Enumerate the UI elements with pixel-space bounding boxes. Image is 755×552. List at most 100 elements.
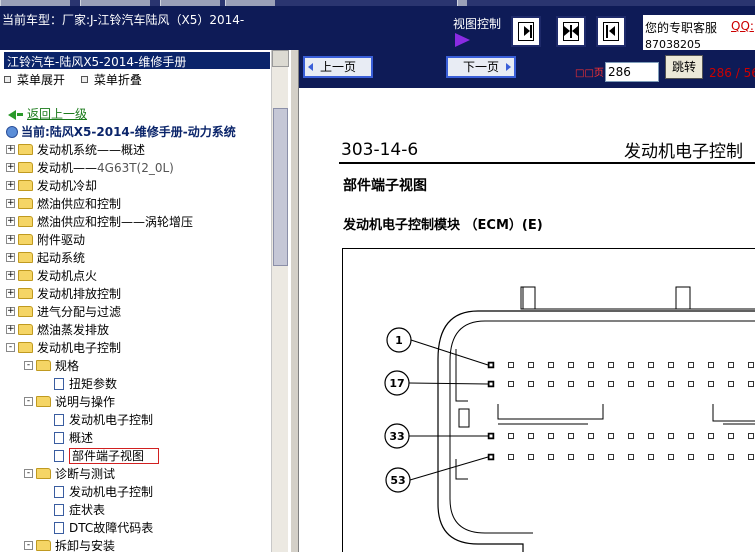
tree-item[interactable]: 发动机电子控制	[42, 411, 153, 429]
left-scrollbar[interactable]	[271, 50, 289, 552]
tree-item[interactable]: + 起动系统	[6, 249, 85, 267]
connector-pin-hole	[489, 363, 493, 367]
tree-item[interactable]: + 附件驱动	[6, 231, 85, 249]
connector-pin	[728, 433, 734, 439]
tree-item-label: 发动机排放控制	[37, 287, 122, 301]
view-prev-button[interactable]	[596, 16, 626, 47]
connector-pin-hole	[489, 455, 493, 459]
tree-item[interactable]: DTC故障代码表	[42, 519, 153, 537]
connector-pin	[588, 381, 594, 387]
connector-pin	[608, 454, 614, 460]
folder-icon	[18, 180, 33, 191]
connector-pin	[588, 433, 594, 439]
expand-node-icon[interactable]: +	[6, 163, 15, 172]
tree-item[interactable]: + 进气分配与过滤	[6, 303, 121, 321]
tree-item-label: 发动机点火	[37, 269, 98, 283]
tree-item[interactable]: + 燃油供应和控制	[6, 195, 121, 213]
folder-icon	[18, 234, 33, 245]
connector-pin	[528, 433, 534, 439]
document-icon	[54, 449, 64, 462]
tree-item[interactable]: 发动机电子控制	[42, 483, 153, 501]
expand-node-icon[interactable]: +	[6, 217, 15, 226]
top-strip	[0, 0, 755, 6]
connector-pin	[568, 362, 574, 368]
top-strip-tab[interactable]	[0, 0, 70, 6]
collapse-node-icon[interactable]: -	[6, 343, 15, 352]
top-strip-tab[interactable]	[160, 0, 220, 6]
connector-pin	[728, 362, 734, 368]
tree-item[interactable]: - 拆卸与安装	[24, 537, 115, 552]
connector-pin	[688, 433, 694, 439]
tree-item[interactable]: - 说明与操作	[24, 393, 115, 411]
expand-node-icon[interactable]: +	[6, 235, 15, 244]
expand-node-icon[interactable]: +	[6, 181, 15, 190]
tree-item[interactable]: + 发动机系统——概述	[6, 141, 145, 159]
tree-item[interactable]: + 发动机排放控制	[6, 285, 121, 303]
expand-node-icon[interactable]: +	[6, 271, 15, 280]
go-button[interactable]: 跳转	[665, 55, 703, 79]
connector-pin	[648, 362, 654, 368]
expand-node-icon[interactable]: +	[6, 199, 15, 208]
pin-grid	[487, 361, 754, 461]
next-page-label: 下一页	[462, 60, 499, 74]
view-next-button[interactable]	[511, 16, 541, 47]
connector-pin	[628, 454, 634, 460]
qq-link[interactable]: QQ:	[731, 19, 754, 33]
tree-item-label: 部件端子视图	[72, 449, 145, 463]
next-page-button[interactable]: 下一页	[446, 56, 516, 78]
tree-item-label: 发动机电子控制	[69, 485, 154, 499]
tree-item[interactable]: + 发动机点火	[6, 267, 97, 285]
expand-node-icon[interactable]: +	[6, 307, 15, 316]
collapse-node-icon[interactable]: -	[24, 541, 33, 550]
menu-expand-label: 菜单展开	[17, 73, 66, 87]
expand-node-icon[interactable]: +	[6, 325, 15, 334]
view-next-icon	[518, 22, 534, 41]
top-strip-tab[interactable]	[80, 0, 150, 6]
tree-item[interactable]: + 发动机冷却	[6, 177, 97, 195]
scroll-up-icon[interactable]	[272, 50, 289, 67]
page-nav-bar: 上一页 下一页 □□页 跳转 286 / 56	[299, 50, 755, 88]
tree-item-label: 发动机电子控制	[37, 341, 122, 355]
back-link[interactable]: 返回上一级	[8, 105, 87, 123]
expand-node-icon[interactable]: +	[6, 289, 15, 298]
page-count: 286 / 56	[709, 66, 755, 80]
tree-item[interactable]: + 燃油供应和控制——涡轮增压	[6, 213, 193, 231]
current-location: 当前:陆风X5-2014-维修手册-动力系统	[6, 123, 236, 141]
prev-page-button[interactable]: 上一页	[303, 56, 373, 78]
collapse-node-icon[interactable]: -	[24, 397, 33, 406]
tree-item[interactable]: 症状表	[42, 501, 105, 519]
callout-number: 17	[389, 377, 404, 390]
page-number-input[interactable]	[605, 62, 659, 82]
connector-pin	[708, 362, 714, 368]
tree-item[interactable]: 概述	[42, 429, 93, 447]
view-split-button[interactable]	[556, 16, 586, 47]
tree-item-label: 规格	[55, 359, 80, 373]
tree-item[interactable]: 扭矩参数	[42, 375, 117, 393]
connector-pin	[508, 433, 514, 439]
collapse-node-icon[interactable]: -	[24, 361, 33, 370]
document-icon	[54, 485, 64, 498]
scroll-thumb[interactable]	[273, 108, 288, 266]
top-strip-tab[interactable]	[457, 0, 467, 6]
prev-page-label: 上一页	[319, 60, 356, 74]
tree-item-label: 发动机冷却	[37, 179, 98, 193]
expand-node-icon[interactable]: +	[6, 253, 15, 262]
folder-icon	[36, 468, 51, 479]
tree-item[interactable]: + 发动机——4G63T(2_0L)	[6, 159, 174, 177]
document-icon	[54, 413, 64, 426]
tree-item[interactable]: + 燃油蒸发排放	[6, 321, 109, 339]
panel-divider[interactable]	[290, 50, 299, 552]
top-strip-tab[interactable]	[225, 0, 275, 6]
tree-item[interactable]: - 规格	[24, 357, 79, 375]
tree-item-label: 拆卸与安装	[55, 539, 116, 552]
tree-item[interactable]: 部件端子视图	[42, 447, 160, 465]
tree-item[interactable]: - 诊断与测试	[24, 465, 115, 483]
menu-collapse-button[interactable]: 菜单折叠	[80, 71, 142, 88]
menu-expand-button[interactable]: 菜单展开	[4, 71, 65, 88]
document-icon	[54, 431, 64, 444]
collapse-node-icon[interactable]: -	[24, 469, 33, 478]
tree-item[interactable]: - 发动机电子控制	[6, 339, 121, 357]
expand-node-icon[interactable]: +	[6, 145, 15, 154]
connector-pin	[608, 362, 614, 368]
tree-item-label: 燃油供应和控制	[37, 197, 122, 211]
